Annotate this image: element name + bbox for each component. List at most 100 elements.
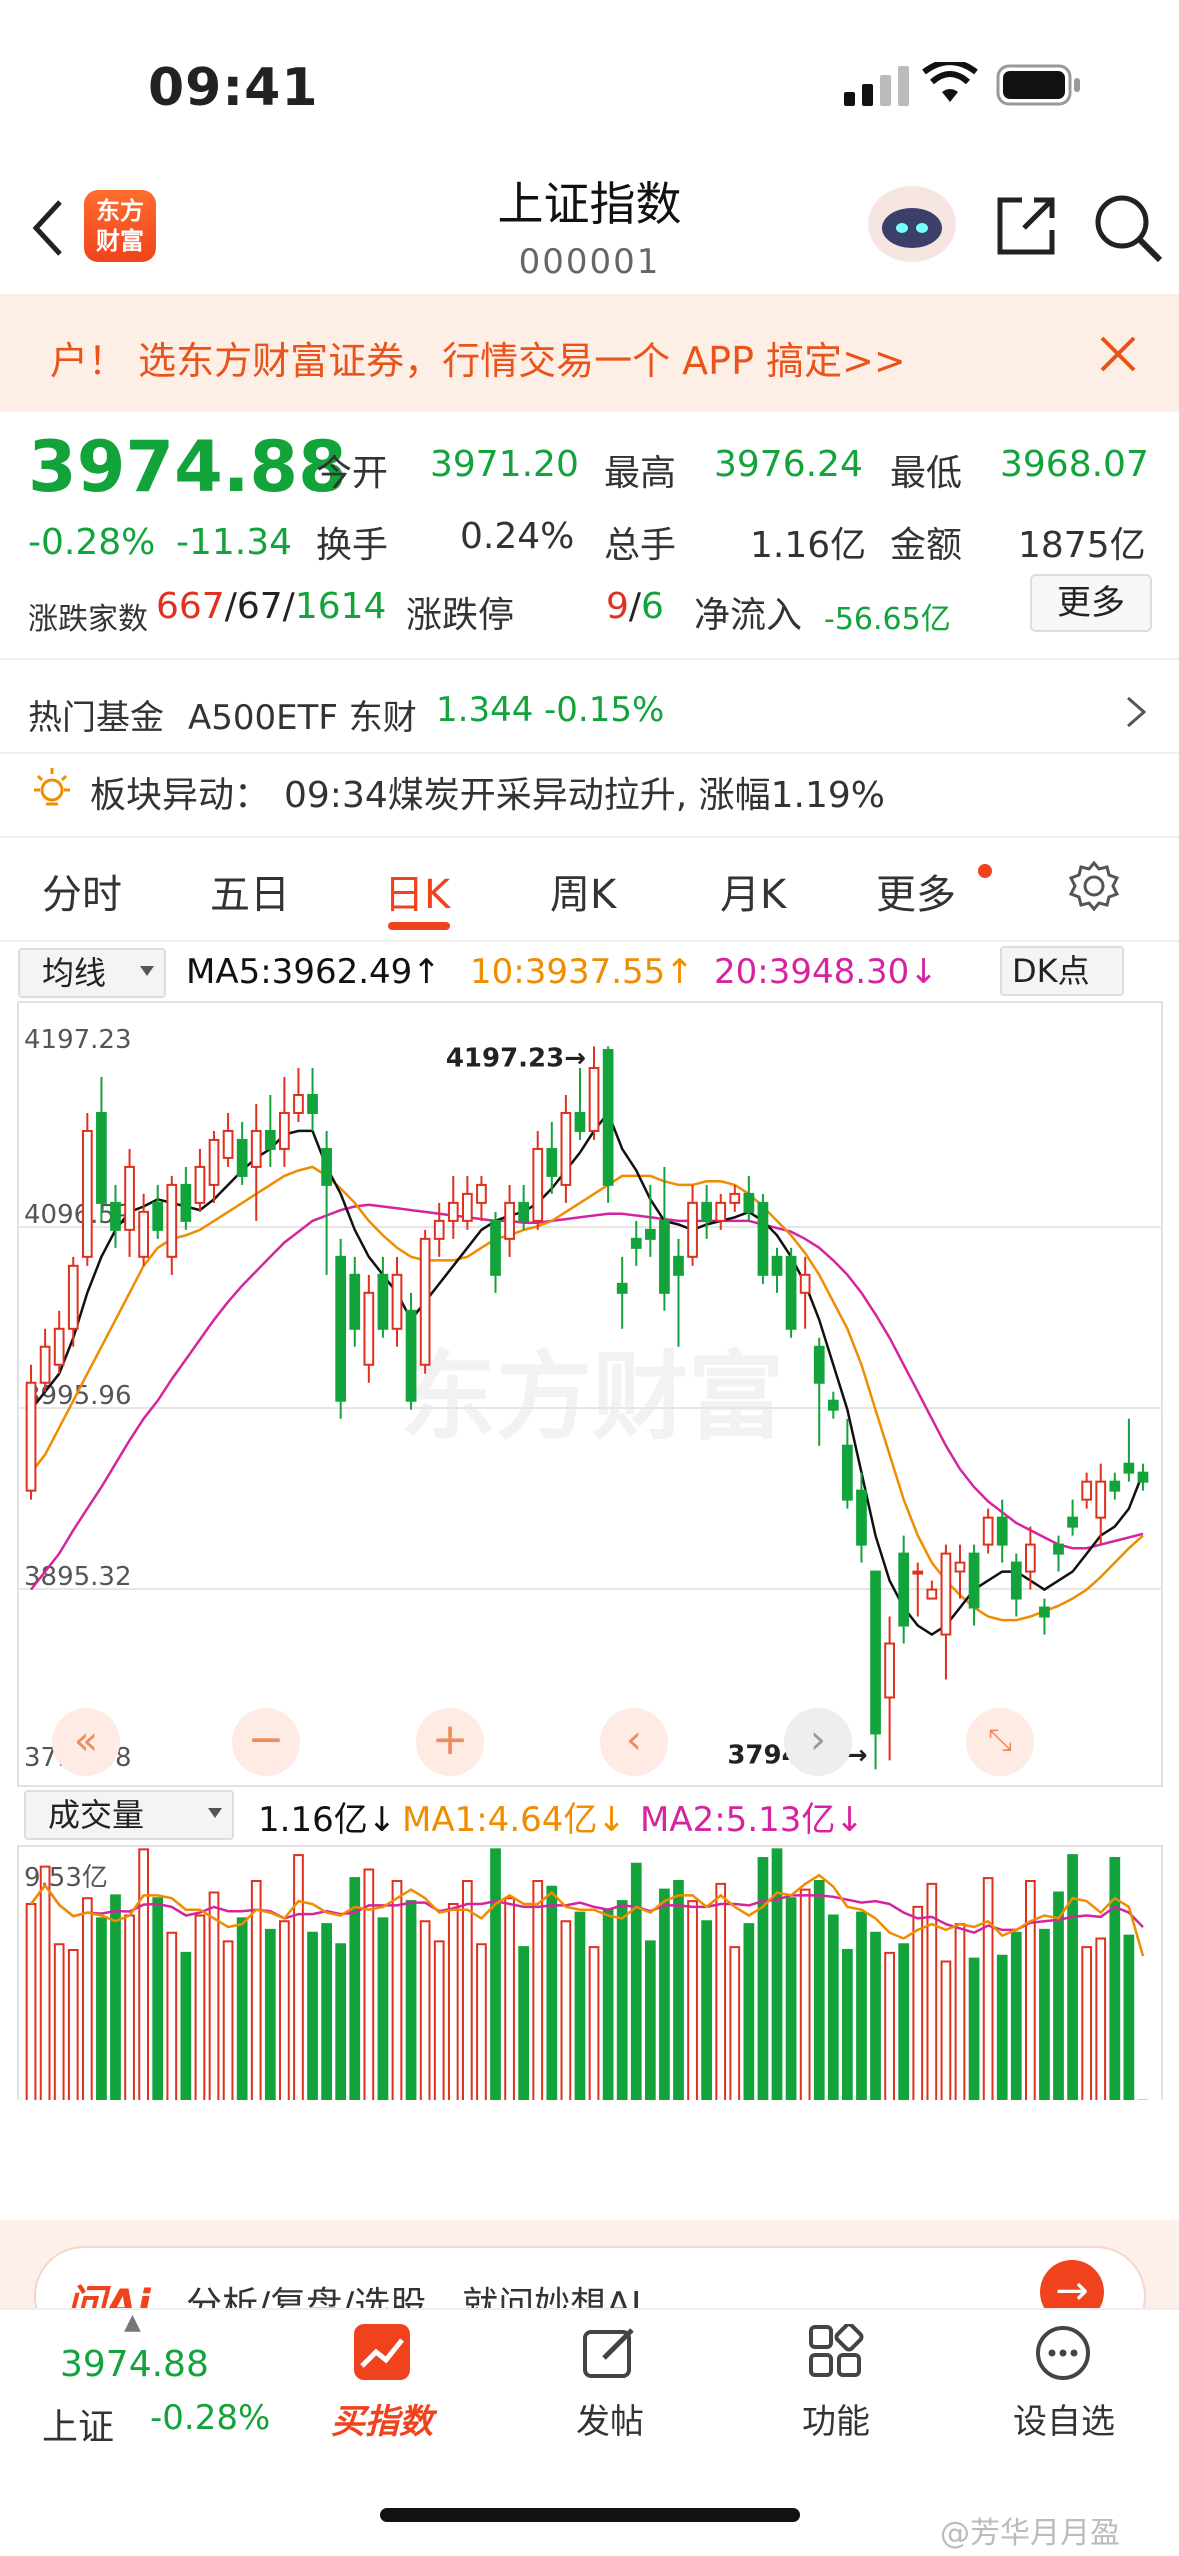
- share-icon[interactable]: [994, 194, 1058, 258]
- tab-weekly-k[interactable]: 周K: [550, 862, 616, 920]
- candle-body: [532, 1147, 544, 1222]
- volume-bar: [996, 1954, 1008, 2100]
- robot-assistant-icon[interactable]: [866, 184, 958, 264]
- promo-text[interactable]: 户！ 选东方财富证券，行情交易一个 APP 搞定>>: [50, 330, 906, 385]
- volume-bar: [574, 1911, 586, 2100]
- volume-bar: [842, 1948, 853, 2100]
- edit-post-icon[interactable]: [582, 2324, 638, 2380]
- zoom-in-button[interactable]: +: [416, 1708, 484, 1776]
- volume-bar: [307, 1931, 318, 2100]
- caret-up-icon: ▲: [124, 2310, 141, 2335]
- scroll-left-fast-button[interactable]: «: [52, 1708, 120, 1776]
- candle-body: [616, 1282, 628, 1294]
- amount-value: 1875亿: [1018, 525, 1146, 566]
- scroll-left-button[interactable]: ‹: [600, 1708, 668, 1776]
- volume-bar: [546, 1885, 558, 2100]
- zoom-out-button[interactable]: −: [232, 1708, 300, 1776]
- tab-monthly-k[interactable]: 月K: [720, 862, 786, 920]
- candle-body: [490, 1219, 501, 1276]
- candle-body: [208, 1138, 220, 1186]
- candle-body: [1024, 1543, 1036, 1573]
- candle-body: [25, 1381, 37, 1492]
- volume-bar: [110, 1894, 121, 2100]
- candle-body: [912, 1570, 924, 1575]
- candle-body: [574, 1111, 586, 1132]
- candle-body: [1095, 1480, 1107, 1519]
- volume-bar: [968, 1957, 980, 2100]
- candle-body: [884, 1642, 895, 1699]
- candle-body: [940, 1552, 952, 1636]
- kline-chart[interactable]: 东方财富 4197.234096.593995.963895.323794.68…: [0, 1000, 1179, 2100]
- nav-index-price[interactable]: 3974.88: [60, 2344, 209, 2385]
- candle-body: [180, 1183, 192, 1222]
- candle-body: [39, 1345, 51, 1384]
- settings-gear-icon[interactable]: [1068, 860, 1120, 912]
- volume-bar: [1123, 1934, 1135, 2100]
- scroll-right-button[interactable]: ›: [784, 1708, 852, 1776]
- volume-bar: [659, 1888, 670, 2100]
- nav-post[interactable]: 发帖: [530, 2394, 690, 2443]
- tab-daily-k[interactable]: 日K: [384, 862, 450, 920]
- candle-body: [1137, 1471, 1149, 1483]
- tab-intraday[interactable]: 分时: [42, 862, 122, 920]
- trend-chart-icon[interactable]: [354, 2324, 410, 2380]
- dk-point-button[interactable]: DK点: [1000, 946, 1124, 996]
- tab-five-day[interactable]: 五日: [210, 862, 290, 920]
- more-button[interactable]: 更多: [1030, 574, 1152, 632]
- candle-body: [363, 1291, 375, 1366]
- candle-body: [785, 1255, 797, 1330]
- sector-alert-text[interactable]: 09:34煤炭开采异动拉升, 涨幅1.19%: [284, 766, 885, 818]
- nav-index-name[interactable]: 上证: [42, 2398, 114, 2450]
- candle-body: [560, 1111, 572, 1186]
- volume-bar: [954, 1923, 966, 2100]
- volume-bar: [81, 1897, 93, 2100]
- ma20-readout: 20:3948.30↓: [714, 952, 938, 992]
- nav-watchlist[interactable]: 设自选: [984, 2394, 1144, 2443]
- candle-body: [504, 1201, 515, 1240]
- candle-body: [813, 1345, 825, 1384]
- watermark: 东方财富: [400, 1341, 784, 1453]
- candle-body: [729, 1192, 741, 1204]
- battery-icon: [996, 64, 1080, 106]
- candle-body: [954, 1561, 966, 1573]
- hot-fund-name[interactable]: A500ETF 东财: [188, 690, 417, 739]
- volume-bar: [560, 1920, 572, 2100]
- low-label: 最低: [890, 453, 963, 494]
- volume-bar: [616, 1900, 628, 2100]
- volume-bar: [799, 1888, 811, 2100]
- volume-max-label: 9.53亿: [24, 1863, 108, 1893]
- fullscreen-button[interactable]: ⤡: [966, 1708, 1034, 1776]
- volume-bar: [757, 1856, 769, 2100]
- nav-buy-index[interactable]: 买指数: [302, 2394, 462, 2443]
- candle-body: [250, 1129, 262, 1168]
- functions-grid-icon[interactable]: [808, 2324, 864, 2380]
- search-icon[interactable]: [1092, 192, 1164, 264]
- candle-body: [152, 1201, 164, 1231]
- volume-bar: [293, 1854, 304, 2100]
- nav-functions[interactable]: 功能: [756, 2394, 916, 2443]
- candle-body: [124, 1165, 135, 1231]
- volume-bar: [1109, 1856, 1121, 2100]
- lightbulb-icon: [34, 768, 70, 806]
- candle-body: [588, 1066, 600, 1132]
- volume-bar: [856, 1911, 867, 2100]
- candle-body: [447, 1201, 459, 1222]
- breadth-label: 涨跌家数: [28, 602, 148, 637]
- candle-body: [391, 1273, 403, 1330]
- volume-bar: [644, 1940, 656, 2100]
- volume-bar: [180, 1951, 192, 2100]
- volume-bar: [1039, 1928, 1050, 2100]
- breadth-values: 667/67/1614: [156, 586, 387, 627]
- ma5-readout: MA5:3962.49↑: [186, 952, 441, 992]
- more-dots-icon[interactable]: [1034, 2324, 1092, 2382]
- tab-more[interactable]: 更多: [876, 862, 956, 920]
- close-icon[interactable]: [1098, 334, 1138, 374]
- candle-body: [222, 1129, 234, 1159]
- volume-ma2-readout: MA2:5.13亿↓: [640, 1800, 864, 1840]
- candle-body: [377, 1273, 389, 1330]
- nav-index-change[interactable]: -0.28%: [150, 2398, 270, 2438]
- volume-indicator-select[interactable]: 成交量: [24, 1790, 234, 1840]
- turnover-value: 0.24%: [460, 516, 575, 557]
- chevron-right-icon[interactable]: [1124, 694, 1148, 730]
- volume-label: 总手: [604, 525, 677, 566]
